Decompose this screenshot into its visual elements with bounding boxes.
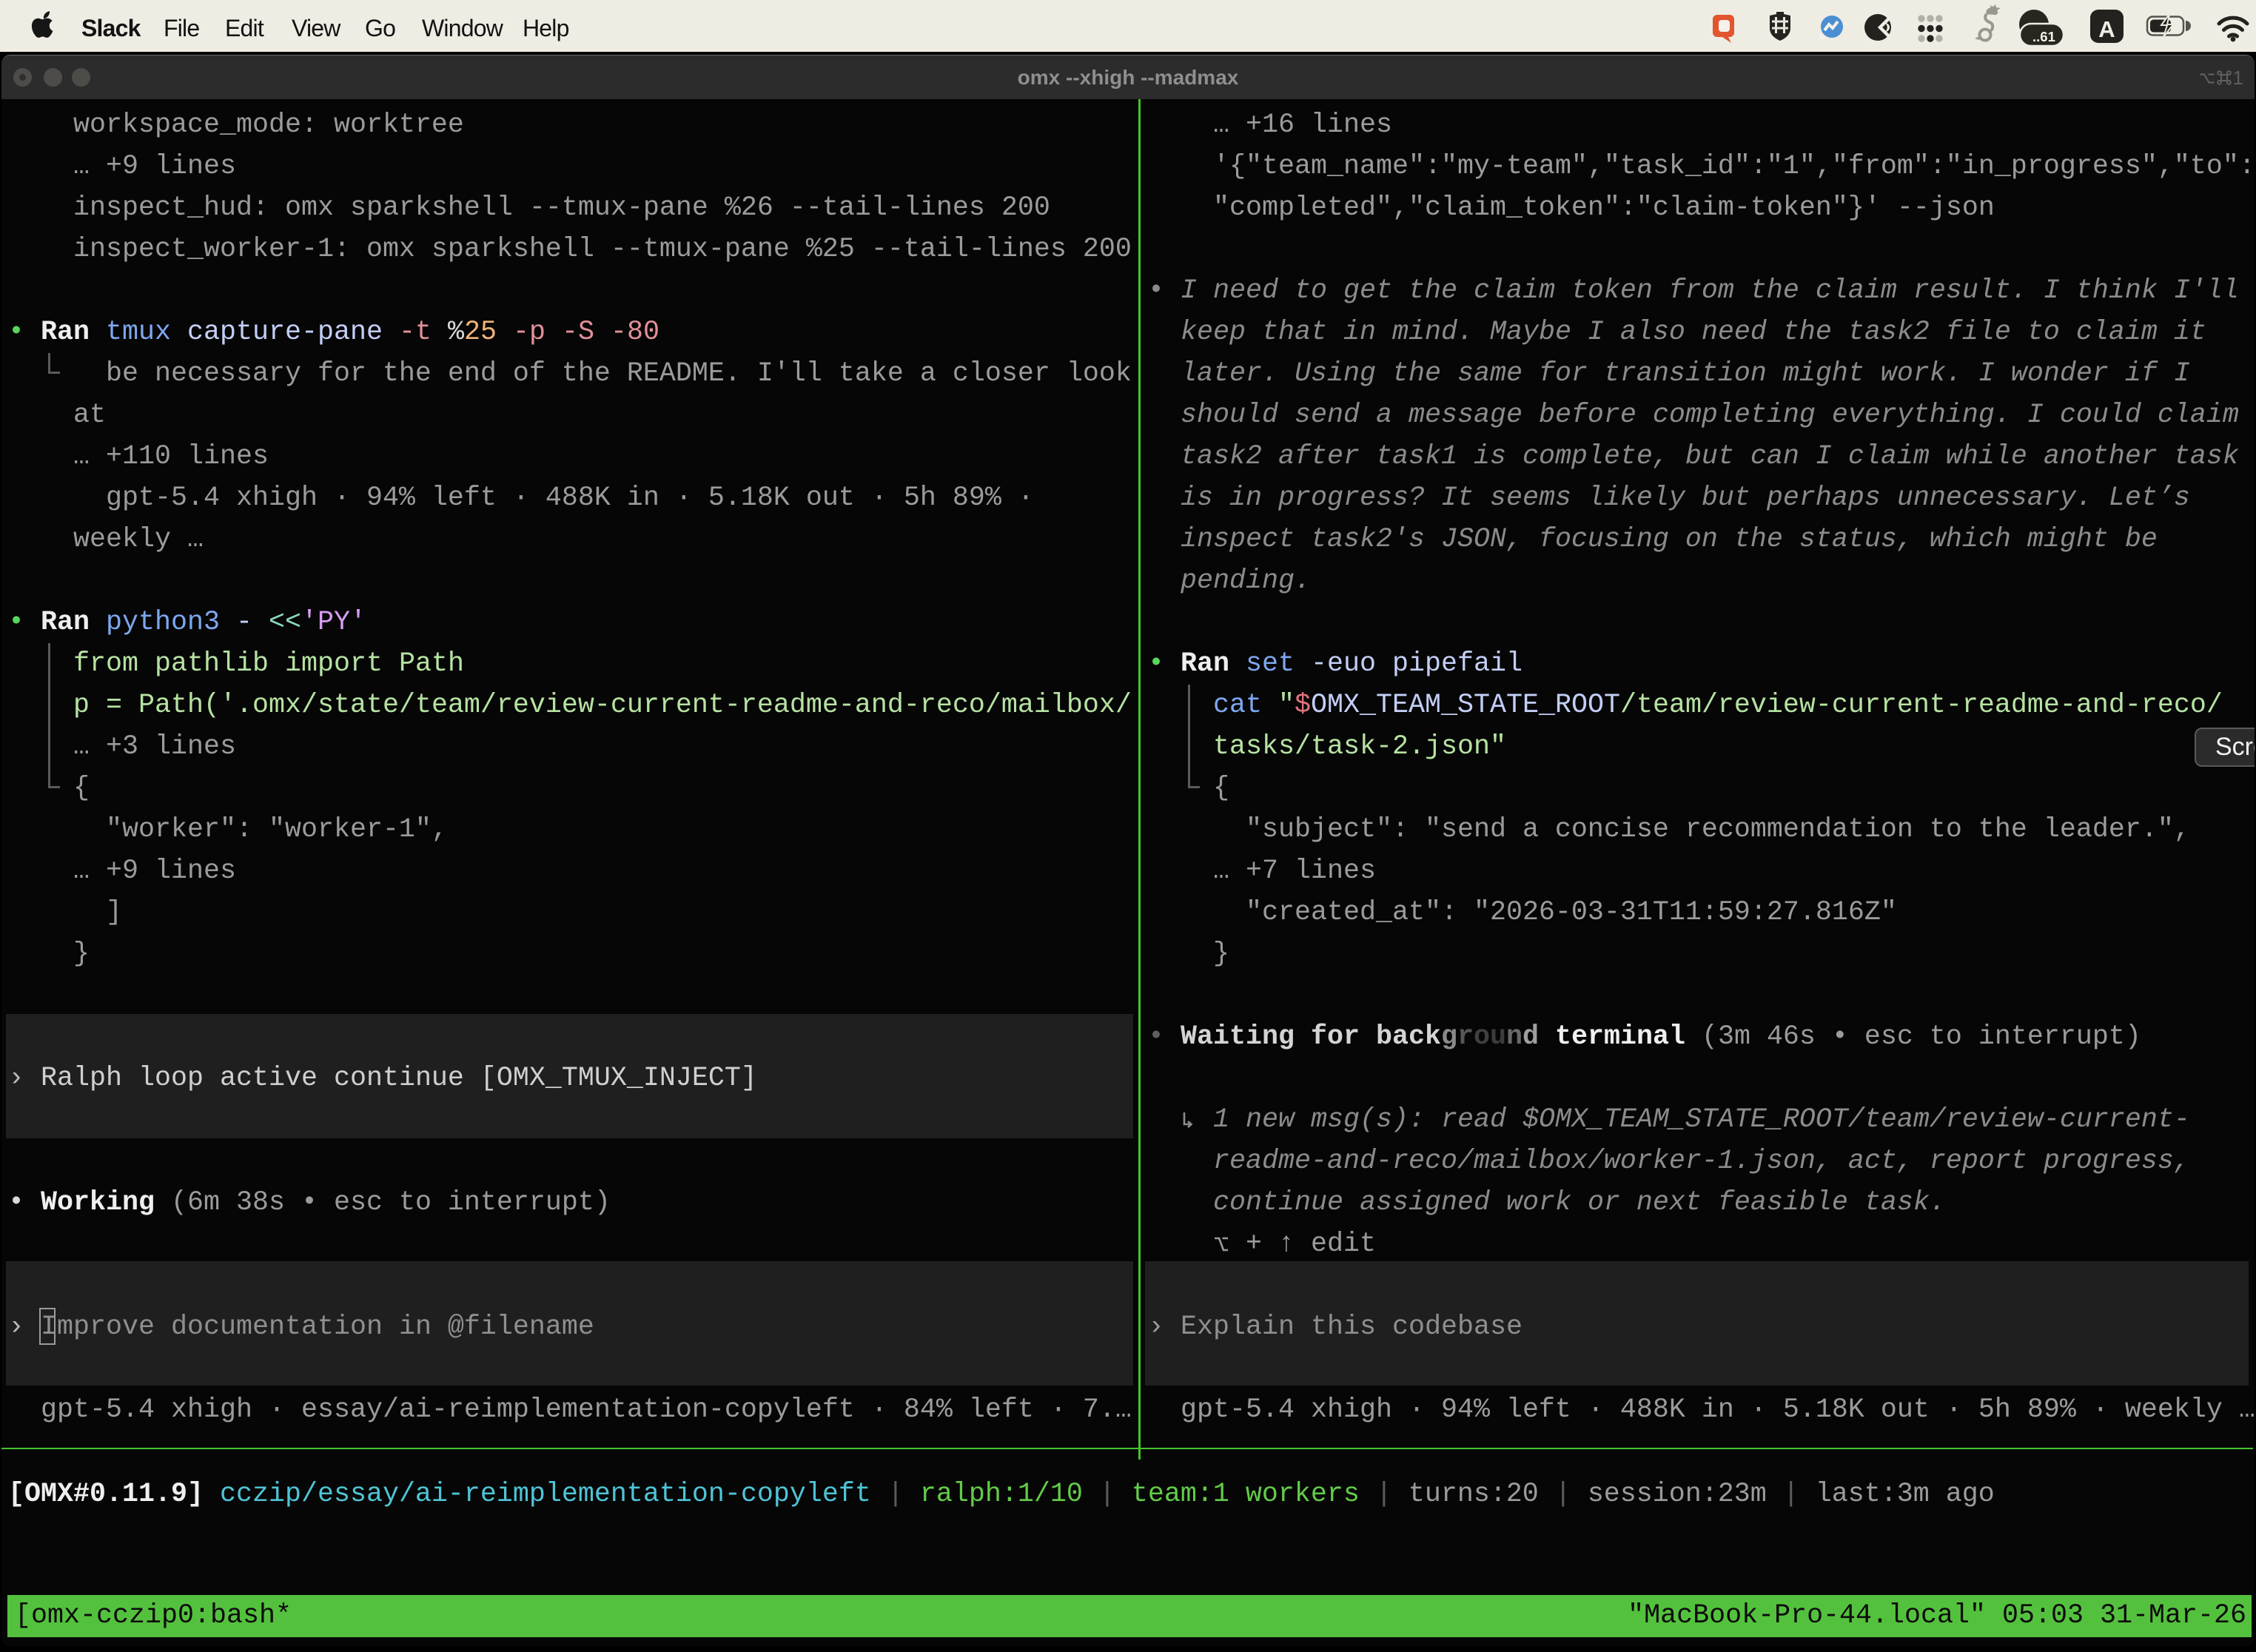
svg-text:..61: ..61	[2032, 29, 2055, 44]
svg-text:A: A	[2098, 16, 2115, 42]
